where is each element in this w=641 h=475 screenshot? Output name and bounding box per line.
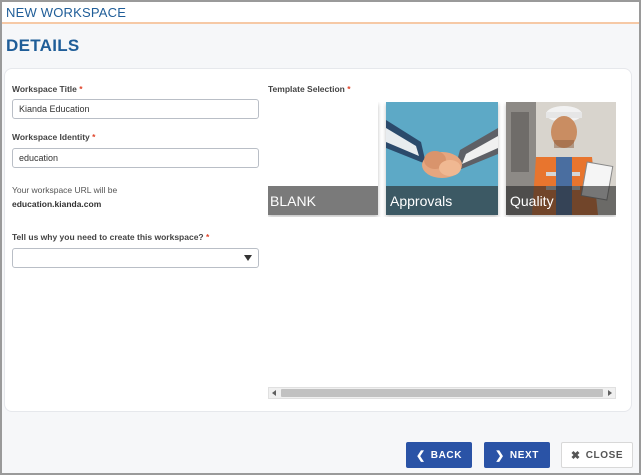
workspace-title-input[interactable] xyxy=(12,99,259,119)
carousel-scrollbar[interactable] xyxy=(268,387,616,399)
chevron-right-icon: ❯ xyxy=(495,449,505,462)
title-bar: NEW WORKSPACE xyxy=(2,2,639,24)
workspace-identity-input[interactable] xyxy=(12,148,259,168)
scroll-left-icon[interactable] xyxy=(272,390,276,396)
reason-label-text: Tell us why you need to create this work… xyxy=(12,232,204,242)
template-name: BLANK xyxy=(270,193,316,209)
caret-down-icon xyxy=(244,255,252,261)
close-icon: ✖ xyxy=(570,449,581,462)
scroll-right-icon[interactable] xyxy=(608,390,612,396)
next-button-label: NEXT xyxy=(509,449,539,461)
scrollbar-thumb[interactable] xyxy=(281,389,603,397)
close-button[interactable]: ✖ CLOSE xyxy=(561,442,633,468)
template-name: Approvals xyxy=(390,193,453,209)
template-selection-label-text: Template Selection xyxy=(268,84,345,94)
window-title: NEW WORKSPACE xyxy=(6,5,127,20)
template-carousel: BLANK Approvals Quality xyxy=(268,102,616,217)
close-button-label: CLOSE xyxy=(585,449,624,461)
required-marker: * xyxy=(206,232,210,242)
workspace-url: education.kianda.com xyxy=(12,199,102,209)
reason-label: Tell us why you need to create this work… xyxy=(12,232,209,242)
template-selection-label: Template Selection * xyxy=(268,84,351,94)
template-tile-approvals[interactable]: Approvals xyxy=(386,102,498,215)
template-tile-blank[interactable]: BLANK xyxy=(268,102,378,215)
next-button[interactable]: ❯ NEXT xyxy=(484,442,550,468)
template-name: Quality xyxy=(510,193,554,209)
required-marker: * xyxy=(92,132,96,142)
workspace-identity-label: Workspace Identity * xyxy=(12,132,95,142)
back-button-label: BACK xyxy=(430,449,463,461)
required-marker: * xyxy=(347,84,351,94)
url-hint-text: Your workspace URL will be xyxy=(12,185,118,195)
workspace-title-label-text: Workspace Title xyxy=(12,84,77,94)
workspace-identity-label-text: Workspace Identity xyxy=(12,132,90,142)
reason-select[interactable] xyxy=(12,248,259,268)
page-title: DETAILS xyxy=(6,36,80,55)
template-tile-quality[interactable]: Quality xyxy=(506,102,616,215)
back-button[interactable]: ❮ BACK xyxy=(406,442,472,468)
chevron-left-icon: ❮ xyxy=(415,449,426,462)
required-marker: * xyxy=(79,84,83,94)
workspace-title-label: Workspace Title * xyxy=(12,84,83,94)
